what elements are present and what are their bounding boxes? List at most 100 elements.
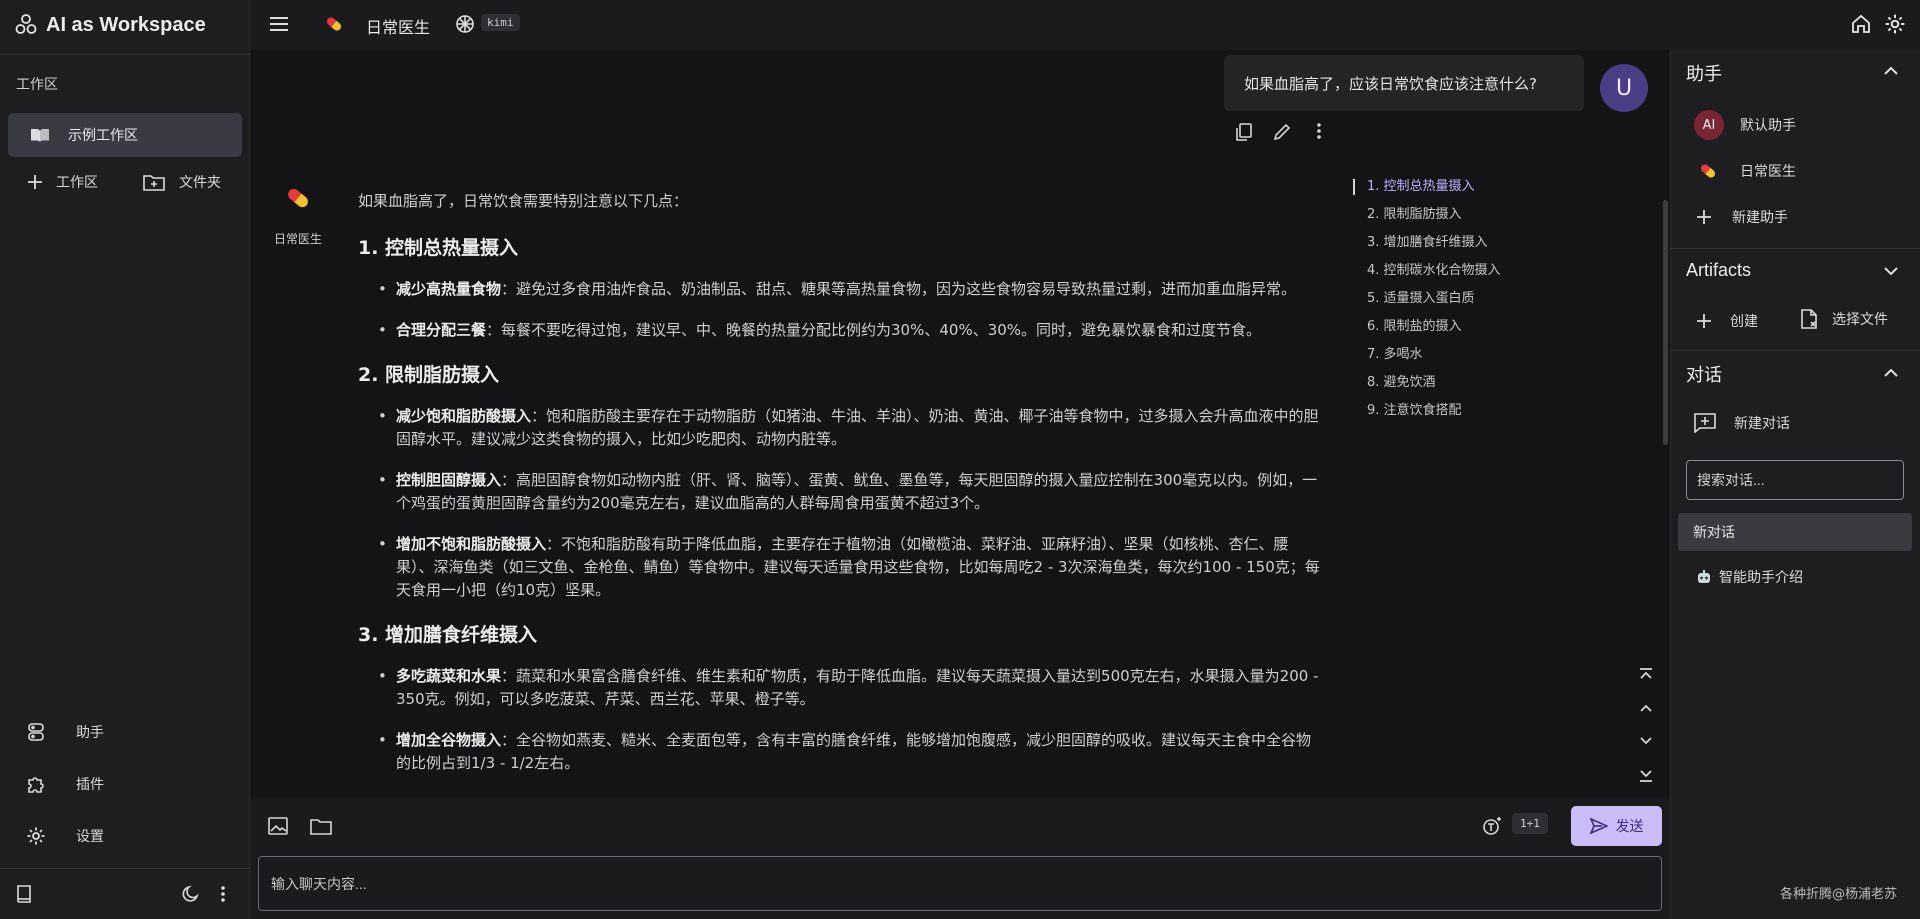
puzzle-icon bbox=[26, 774, 46, 794]
conversation-item[interactable]: 智能助手介绍 bbox=[1697, 567, 1803, 587]
item-bold: 增加全谷物摄入 bbox=[396, 731, 502, 749]
toc-item[interactable]: 7. 多喝水 bbox=[1353, 345, 1553, 373]
file-icon bbox=[1800, 309, 1818, 329]
toc-item[interactable]: 5. 适量摄入蛋白质 bbox=[1353, 289, 1553, 317]
toc-item[interactable]: 8. 避免饮酒 bbox=[1353, 373, 1553, 401]
model-icon bbox=[455, 14, 475, 34]
workspace-item-example[interactable]: 示例工作区 bbox=[8, 113, 242, 157]
scroll-to-top-icon[interactable] bbox=[1638, 667, 1654, 683]
assistant-name: 默认助手 bbox=[1740, 118, 1796, 134]
section-list: 减少饱和脂肪酸摄入：饱和脂肪酸主要存在于动物脂肪（如猪油、牛油、羊油）、奶油、黄… bbox=[358, 405, 1326, 602]
chat-scrollbar[interactable] bbox=[1663, 200, 1668, 445]
moon-icon[interactable] bbox=[182, 885, 200, 903]
list-item: 增加不饱和脂肪酸摄入：不饱和脂肪酸有助于降低血脂，主要存在于植物油（如橄榄油、菜… bbox=[358, 533, 1326, 602]
menu-icon[interactable] bbox=[269, 16, 289, 32]
list-item: 合理分配三餐：每餐不要吃得过饱，建议早、中、晚餐的热量分配比例约为30%、40%… bbox=[358, 319, 1326, 342]
app-logo[interactable]: AI as Workspace bbox=[14, 13, 206, 37]
assistant-avatar-pill-icon bbox=[284, 184, 312, 212]
item-bold: 控制胆固醇摄入 bbox=[396, 471, 502, 489]
item-text: ：高胆固醇食物如动物内脏（肝、肾、脑等）、蛋黄、鱿鱼、墨鱼等，每天胆固醇的摄入量… bbox=[396, 471, 1318, 512]
chevron-down-icon[interactable] bbox=[1884, 266, 1898, 276]
nav-plugins[interactable]: 插件 bbox=[26, 774, 104, 794]
item-text: ：全谷物如燕麦、糙米、全麦面包等，含有丰富的膳食纤维，能够增加饱腹感，减少胆固醇… bbox=[396, 731, 1312, 772]
new-conversation-button[interactable]: 新建对话 bbox=[1694, 413, 1790, 433]
chevron-up-icon[interactable] bbox=[1884, 368, 1898, 378]
prompt-sparkle-icon[interactable] bbox=[1482, 815, 1504, 837]
new-assistant-label: 新建助手 bbox=[1732, 210, 1788, 226]
conversation-title: 新对话 bbox=[1693, 525, 1735, 541]
divider bbox=[0, 54, 250, 55]
add-folder-button[interactable]: 文件夹 bbox=[143, 172, 221, 192]
chevron-up-icon[interactable] bbox=[1638, 700, 1654, 716]
copy-icon[interactable] bbox=[1234, 122, 1254, 142]
user-message-text: 如果血脂高了，应该日常饮食应该注意什么? bbox=[1244, 74, 1537, 93]
book-icon[interactable] bbox=[15, 884, 33, 904]
conversation-item-active[interactable]: 新对话 bbox=[1678, 513, 1912, 551]
choose-file-label: 选择文件 bbox=[1832, 312, 1888, 328]
book-open-icon bbox=[30, 127, 50, 143]
scroll-to-bottom-icon[interactable] bbox=[1638, 767, 1654, 783]
settings-gear-icon[interactable] bbox=[1884, 13, 1906, 35]
section-heading: 1. 控制总热量摄入 bbox=[358, 237, 519, 259]
workspace-item-label: 示例工作区 bbox=[68, 128, 138, 144]
toc-item[interactable]: 2. 限制脂肪摄入 bbox=[1353, 205, 1553, 233]
toc-item[interactable]: 6. 限制盐的摄入 bbox=[1353, 317, 1553, 345]
chat-plus-icon bbox=[1694, 413, 1716, 433]
item-bold: 增加不饱和脂肪酸摄入 bbox=[396, 535, 547, 553]
create-artifact-button[interactable]: 创建 bbox=[1696, 311, 1758, 331]
user-avatar: U bbox=[1600, 64, 1648, 112]
assistant-answer: 如果血脂高了，日常饮食需要特别注意以下几点： 1. 控制总热量摄入 减少高热量食… bbox=[358, 190, 1326, 793]
send-button[interactable]: 发送 bbox=[1571, 806, 1662, 846]
assistant-avatar: AI bbox=[1694, 110, 1724, 140]
conversations-section-title: 对话 bbox=[1686, 365, 1722, 385]
chevron-down-icon[interactable] bbox=[1638, 733, 1654, 749]
divider bbox=[1671, 350, 1920, 351]
chat-input[interactable] bbox=[258, 856, 1662, 911]
item-text: ：蔬菜和水果富含膳食纤维、维生素和矿物质，有助于降低血脂。建议每天蔬菜摄入量达到… bbox=[396, 667, 1319, 708]
item-bold: 多吃蔬菜和水果 bbox=[396, 667, 502, 685]
nav-settings-label: 设置 bbox=[76, 829, 104, 845]
edit-pencil-icon[interactable] bbox=[1272, 122, 1292, 142]
message-count-chip[interactable]: 1+1 bbox=[1512, 813, 1548, 834]
nav-assistants[interactable]: 助手 bbox=[26, 722, 104, 742]
new-conversation-label: 新建对话 bbox=[1734, 416, 1790, 432]
toc-item[interactable]: 4. 控制碳水化合物摄入 bbox=[1353, 261, 1553, 289]
nav-plugins-label: 插件 bbox=[76, 777, 104, 793]
assistant-title: 日常医生 bbox=[366, 18, 431, 37]
home-icon[interactable] bbox=[1851, 14, 1871, 34]
item-text: ：饱和脂肪酸主要存在于动物脂肪（如猪油、牛油、羊油）、奶油、黄油、椰子油等食物中… bbox=[396, 407, 1319, 448]
item-bold: 减少饱和脂肪酸摄入 bbox=[396, 407, 532, 425]
nav-settings[interactable]: 设置 bbox=[26, 826, 104, 846]
toc-item[interactable]: 9. 注意饮食搭配 bbox=[1353, 401, 1553, 429]
left-sidebar: AI as Workspace 工作区 示例工作区 工作区 文件夹 助手 插件 bbox=[0, 0, 250, 919]
add-workspace-label: 工作区 bbox=[56, 175, 98, 191]
item-bold: 合理分配三餐 bbox=[396, 321, 487, 339]
divider bbox=[0, 868, 250, 869]
more-vertical-icon[interactable] bbox=[220, 885, 226, 903]
chevron-up-icon[interactable] bbox=[1884, 66, 1898, 76]
create-label: 创建 bbox=[1730, 314, 1758, 330]
assistant-label: 日常医生 bbox=[274, 232, 323, 246]
list-item: 多吃蔬菜和水果：蔬菜和水果富含膳食纤维、维生素和矿物质，有助于降低血脂。建议每天… bbox=[358, 665, 1326, 711]
toc-item[interactable]: 1. 控制总热量摄入 bbox=[1353, 177, 1553, 205]
image-upload-icon[interactable] bbox=[268, 817, 288, 835]
assistant-name: 日常医生 bbox=[1740, 164, 1796, 180]
artifacts-section-title: Artifacts bbox=[1686, 260, 1752, 280]
model-tag[interactable]: kimi bbox=[481, 14, 520, 31]
pill-icon bbox=[324, 14, 344, 34]
add-workspace-button[interactable]: 工作区 bbox=[26, 172, 98, 192]
section-list: 多吃蔬菜和水果：蔬菜和水果富含膳食纤维、维生素和矿物质，有助于降低血脂。建议每天… bbox=[358, 665, 1326, 775]
folder-icon[interactable] bbox=[310, 817, 332, 835]
assistant-item-doctor[interactable]: 日常医生 bbox=[1698, 161, 1796, 181]
conversation-title: 智能助手介绍 bbox=[1719, 570, 1803, 586]
assistant-icon bbox=[26, 722, 46, 742]
search-conversations-input[interactable] bbox=[1686, 460, 1904, 500]
assistant-item-default[interactable]: AI 默认助手 bbox=[1694, 110, 1796, 140]
send-label: 发送 bbox=[1615, 819, 1644, 835]
toc-item[interactable]: 3. 增加膳食纤维摄入 bbox=[1353, 233, 1553, 261]
new-assistant-button[interactable]: 新建助手 bbox=[1696, 207, 1788, 227]
folder-plus-icon bbox=[143, 173, 165, 191]
more-vertical-icon[interactable] bbox=[1316, 122, 1322, 140]
choose-file-button[interactable]: 选择文件 bbox=[1800, 309, 1888, 329]
nav-assistants-label: 助手 bbox=[76, 725, 104, 741]
